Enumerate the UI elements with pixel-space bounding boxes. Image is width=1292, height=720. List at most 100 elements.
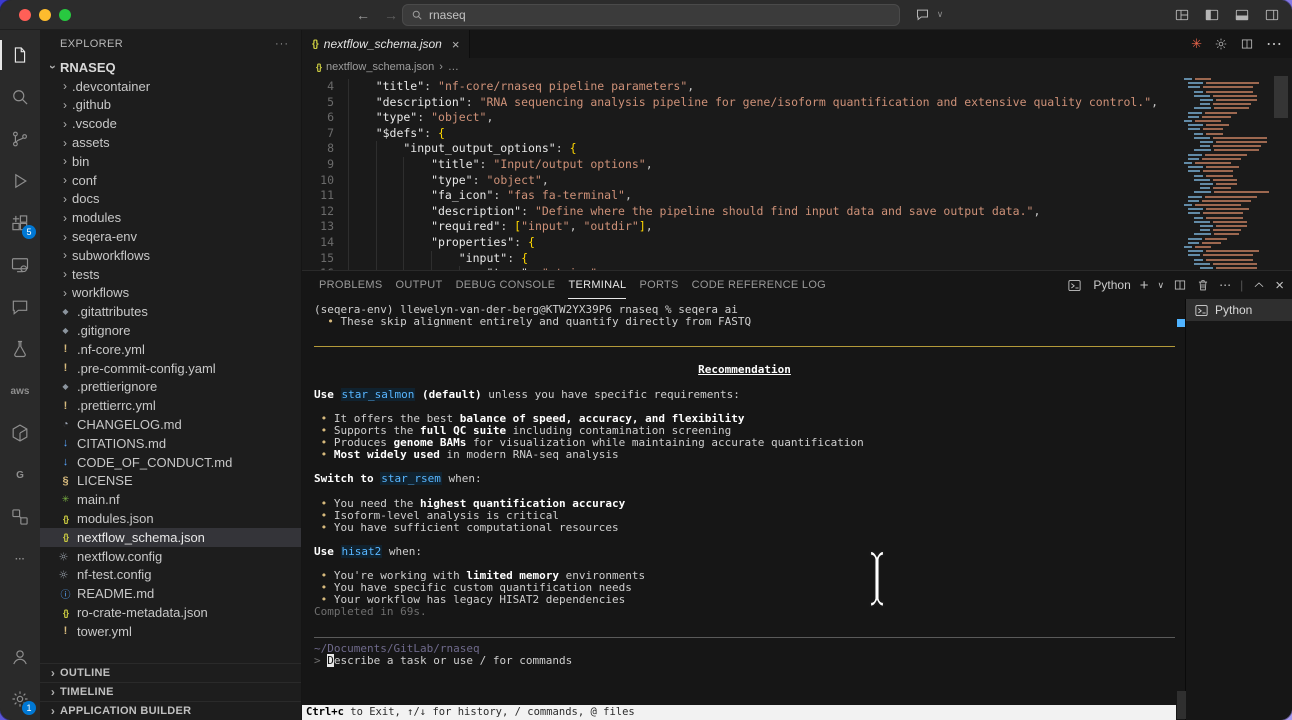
tree-item-label: .nf-core.yml (77, 342, 145, 357)
tree-file[interactable]: ◆.gitattributes (40, 302, 301, 321)
panel-tab-debug-console[interactable]: DEBUG CONSOLE (456, 271, 556, 299)
terminal-line: > Describe a task or use / for commands (314, 655, 1185, 667)
activity-item-remote-explorer[interactable] (0, 244, 40, 286)
activity-item-search[interactable] (0, 76, 40, 118)
tree-folder[interactable]: ›.devcontainer (40, 77, 301, 96)
split-terminal-icon[interactable] (1173, 278, 1187, 292)
run-highlight-icon[interactable]: ✳ (1191, 36, 1202, 52)
terminal-list-item[interactable]: Python (1186, 299, 1292, 321)
tree-file[interactable]: nextflow.config (40, 547, 301, 566)
activity-item-run-debug[interactable] (0, 160, 40, 202)
close-tab-icon[interactable]: × (452, 37, 460, 52)
panel-tab-problems[interactable]: PROBLEMS (319, 271, 383, 299)
terminal[interactable]: (seqera-env) llewelyn-van-der-berg@KTW2Y… (302, 299, 1185, 720)
section-timeline[interactable]: ›TIMELINE (40, 682, 301, 701)
activity-item-components[interactable] (0, 496, 40, 538)
tree-root-rnaseq[interactable]: › RNASEQ (40, 58, 301, 77)
activity-item-more[interactable]: ··· (0, 538, 40, 580)
tree-folder[interactable]: ›.vscode (40, 114, 301, 133)
terminal-line: Use hisat2 when: (314, 546, 1185, 558)
settings-gear-icon[interactable] (1214, 37, 1228, 51)
activity-item-aws[interactable]: aws (0, 370, 40, 412)
activity-item-chat[interactable] (0, 286, 40, 328)
terminal-text: Your workflow has legacy HISAT2 dependen… (327, 593, 625, 606)
tree-file[interactable]: !tower.yml (40, 622, 301, 641)
tree-folder[interactable]: ›docs (40, 190, 301, 209)
terminal-text (314, 497, 321, 510)
tree-folder[interactable]: ›subworkflows (40, 246, 301, 265)
panel-tab-code-reference-log[interactable]: CODE REFERENCE LOG (692, 271, 826, 299)
tree-folder[interactable]: ›tests (40, 265, 301, 284)
activity-item-explorer[interactable] (0, 34, 40, 76)
tree-folder[interactable]: ›assets (40, 133, 301, 152)
minimize-window-button[interactable] (39, 9, 51, 21)
tree-folder[interactable]: ›bin (40, 152, 301, 171)
activity-item-testing[interactable] (0, 328, 40, 370)
aws-icon: aws (11, 386, 30, 397)
kill-terminal-icon[interactable] (1196, 278, 1210, 292)
section-outline[interactable]: ›OUTLINE (40, 663, 301, 682)
activity-item-gitlens[interactable]: G (0, 454, 40, 496)
tree-file[interactable]: !.nf-core.yml (40, 340, 301, 359)
launch-profile-dropdown-icon[interactable]: ∨ (1158, 280, 1165, 291)
terminal-text: Use (314, 545, 341, 558)
tree-folder[interactable]: ›seqera-env (40, 227, 301, 246)
maximize-panel-icon[interactable] (1252, 278, 1266, 292)
more-actions-icon[interactable]: ⋯ (1219, 278, 1231, 292)
tree-folder[interactable]: ›modules (40, 208, 301, 227)
tree-folder[interactable]: ›workflows (40, 284, 301, 303)
code-token: "object" (486, 173, 541, 189)
tree-file[interactable]: !.pre-commit-config.yaml (40, 359, 301, 378)
tree-file[interactable]: {}modules.json (40, 509, 301, 528)
minimap[interactable] (1182, 78, 1266, 270)
terminal-list-label: Python (1215, 303, 1252, 317)
nav-forward-icon[interactable]: → (384, 7, 398, 23)
editor-scrollbar-thumb[interactable] (1274, 76, 1288, 118)
copilot-menu[interactable]: ∨ (915, 7, 947, 22)
tree-file[interactable]: !.prettierrc.yml (40, 396, 301, 415)
activity-item-settings[interactable]: 1 (0, 678, 40, 720)
tree-file[interactable]: nf-test.config (40, 566, 301, 585)
tree-file[interactable]: ↓CITATIONS.md (40, 434, 301, 453)
customize-layout-icon[interactable] (1174, 7, 1190, 23)
tree-file[interactable]: ◆.prettierignore (40, 378, 301, 397)
toggle-panel-icon[interactable] (1234, 7, 1250, 23)
tab-nextflow-schema[interactable]: {} nextflow_schema.json × (302, 30, 470, 58)
tree-file[interactable]: {}ro-crate-metadata.json (40, 603, 301, 622)
tree-file[interactable]: ◆.gitignore (40, 321, 301, 340)
close-window-button[interactable] (19, 9, 31, 21)
zoom-window-button[interactable] (59, 9, 71, 21)
minimap-line (1200, 141, 1267, 143)
code-editor[interactable]: 4"title": "nf-core/rnaseq pipeline param… (302, 76, 1292, 270)
panel-tab-ports[interactable]: PORTS (639, 271, 678, 299)
minimap-line (1194, 137, 1267, 139)
explorer-more-actions-icon[interactable]: ··· (275, 38, 289, 50)
yaml-file-icon: ! (58, 400, 73, 412)
activity-item-accounts[interactable] (0, 636, 40, 678)
toggle-primary-sidebar-icon[interactable] (1204, 7, 1220, 23)
more-actions-icon[interactable]: ⋯ (1266, 34, 1282, 54)
tree-file[interactable]: ◔CHANGELOG.md (40, 415, 301, 434)
toggle-secondary-sidebar-icon[interactable] (1264, 7, 1280, 23)
activity-item-extensions[interactable]: 5 (0, 202, 40, 244)
tree-file[interactable]: ✳main.nf (40, 490, 301, 509)
tree-folder[interactable]: ›conf (40, 171, 301, 190)
section-application-builder[interactable]: ›APPLICATION BUILDER (40, 701, 301, 720)
panel-tab-terminal[interactable]: TERMINAL (568, 271, 626, 299)
tree-file[interactable]: ↓CODE_OF_CONDUCT.md (40, 453, 301, 472)
split-editor-icon[interactable] (1240, 37, 1254, 51)
breadcrumb[interactable]: {} nextflow_schema.json › … (302, 58, 1292, 76)
minimap-line (1188, 250, 1259, 252)
command-center-search[interactable]: rnaseq (402, 4, 900, 26)
panel-tab-output[interactable]: OUTPUT (396, 271, 443, 299)
activity-item-source-control[interactable] (0, 118, 40, 160)
tree-file[interactable]: {}nextflow_schema.json (40, 528, 301, 547)
tree-folder[interactable]: ›.github (40, 96, 301, 115)
close-panel-icon[interactable]: × (1275, 277, 1284, 294)
tree-file[interactable]: §LICENSE (40, 472, 301, 491)
nav-back-icon[interactable]: ← (356, 7, 370, 23)
tree-file[interactable]: ⓘREADME.md (40, 584, 301, 603)
terminal-scrollbar-thumb[interactable] (1177, 691, 1186, 719)
activity-item-package[interactable] (0, 412, 40, 454)
new-terminal-icon[interactable]: + (1140, 277, 1149, 294)
